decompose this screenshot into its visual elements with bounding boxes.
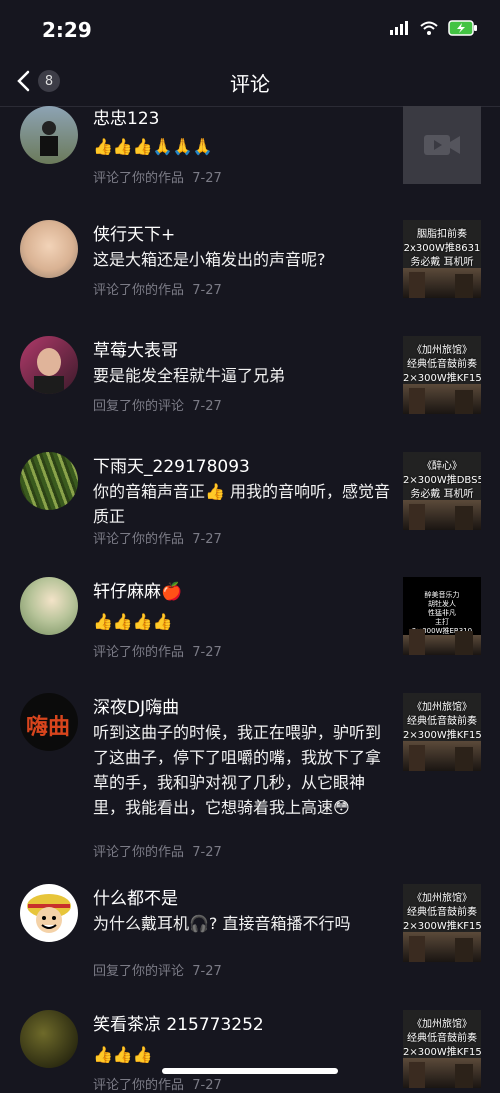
- comment-username[interactable]: 什么都不是: [93, 884, 178, 909]
- comment-text: 听到这曲子的时候，我正在喂驴，驴听到了这曲子，停下了咀嚼的嘴，我放下了拿草的手，…: [93, 723, 382, 817]
- comment-username[interactable]: 忠忠123: [93, 104, 159, 129]
- video-thumbnail[interactable]: 《加州旅馆》 经典低音鼓前奏 2×300W推KF1503 务必戴 耳机听: [403, 1010, 481, 1088]
- comment-meta: 评论了你的作品 7-27: [93, 645, 222, 660]
- nav-bar: 8 评论: [0, 56, 500, 107]
- battery-icon: [448, 20, 477, 36]
- avatar[interactable]: [20, 336, 78, 394]
- status-icons: [390, 20, 478, 36]
- video-thumbnail[interactable]: 《加州旅馆》 经典低音鼓前奏 2×300W推KF1503 务必戴 耳机听: [403, 884, 481, 962]
- thumbnail-speakers: [403, 1058, 481, 1088]
- avatar[interactable]: [20, 220, 78, 278]
- video-thumbnail[interactable]: 《加州旅馆》 经典低音鼓前奏 2×300W推KF1503 务必戴 耳机听: [403, 336, 481, 414]
- comment-username[interactable]: 轩仔麻麻🍎: [93, 577, 182, 602]
- comment-text: 👍👍👍👍: [93, 612, 173, 631]
- comment-text: 你的音箱声音正👍 用我的音响听，感觉音质正: [93, 482, 391, 526]
- comment-text: 为什么戴耳机🎧? 直接音箱播不行吗: [93, 914, 351, 933]
- video-thumbnail[interactable]: 胭脂扣前奏 2x300W推8631 务必戴 耳机听: [403, 220, 481, 298]
- status-bar: 2:29: [0, 0, 500, 56]
- thumbnail-speakers: [403, 741, 481, 771]
- comment-meta: 回复了你的评论 7-27: [93, 399, 222, 414]
- comment-text: 要是能发全程就牛逼了兄弟: [93, 366, 286, 385]
- thumbnail-speakers: [403, 500, 481, 530]
- comment-meta: 评论了你的作品 7-27: [93, 845, 222, 860]
- comment-username[interactable]: 下雨天_229178093: [93, 452, 250, 477]
- thumbnail-speakers: [403, 932, 481, 962]
- signal-icon: [390, 21, 408, 35]
- video-thumbnail[interactable]: 《加州旅馆》 经典低音鼓前奏 2×300W推KF1503 务必戴 耳机听: [403, 693, 481, 771]
- comment-username[interactable]: 草莓大表哥: [93, 336, 178, 361]
- avatar-logo: 嗨曲: [26, 715, 71, 740]
- video-thumbnail[interactable]: 醉美音乐力 胡牡发人 性猛非凡 主打 2×300W推EB310 戴心听: [403, 577, 481, 655]
- avatar[interactable]: [20, 1010, 78, 1068]
- status-time: 2:29: [42, 18, 92, 42]
- avatar[interactable]: [20, 577, 78, 635]
- comment-meta: 评论了你的作品 7-27: [93, 171, 222, 186]
- comment-text: 这是大箱还是小箱发出的声音呢?: [93, 250, 326, 269]
- video-thumbnail[interactable]: 《醉心》 2×300W推DBS512 务必戴 耳机听: [403, 452, 481, 530]
- avatar[interactable]: 嗨曲: [20, 693, 78, 751]
- avatar[interactable]: [20, 884, 78, 942]
- thumbnail-caption: 《醉心》 2×300W推DBS512 务必戴 耳机听: [403, 461, 481, 500]
- thumbnail-speakers: [403, 629, 481, 655]
- thumbnail-speakers: [403, 384, 481, 414]
- thumbnail-speakers: [403, 268, 481, 298]
- video-thumbnail[interactable]: [403, 106, 481, 184]
- comment-meta: 评论了你的作品 7-27: [93, 1078, 222, 1093]
- comment-meta: 评论了你的作品 7-27: [93, 532, 222, 547]
- thumbnail-caption: 胭脂扣前奏 2x300W推8631 务必戴 耳机听: [403, 229, 481, 268]
- comment-username[interactable]: 笑看茶凉 215773252: [93, 1010, 264, 1035]
- avatar[interactable]: [20, 452, 78, 510]
- video-placeholder-icon: [424, 135, 460, 155]
- comment-text: 👍👍👍: [93, 1045, 153, 1064]
- wifi-icon: [420, 21, 438, 35]
- avatar[interactable]: [20, 106, 78, 164]
- comment-meta: 回复了你的评论 7-27: [93, 964, 222, 979]
- comment-meta: 评论了你的作品 7-27: [93, 283, 222, 298]
- comment-text: 👍👍👍🙏🙏🙏: [93, 137, 213, 156]
- home-indicator[interactable]: [162, 1068, 338, 1074]
- comment-username[interactable]: 侠行天下+: [93, 220, 175, 245]
- comment-username[interactable]: 深夜DJ嗨曲: [93, 693, 179, 718]
- page-title: 评论: [230, 72, 270, 96]
